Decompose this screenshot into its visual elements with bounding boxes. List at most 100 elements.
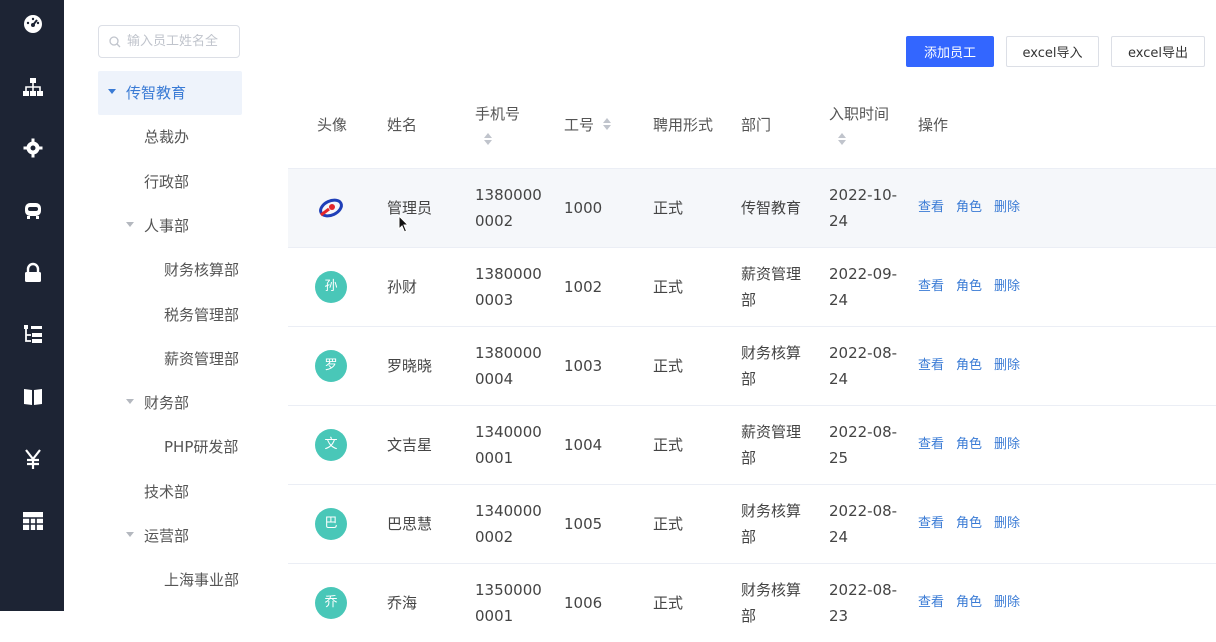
delete-link[interactable]: 删除 [994, 274, 1020, 300]
yuan-icon[interactable] [22, 448, 44, 470]
department-line-1: 薪资管理 [741, 423, 802, 441]
tree-node-label: 税务管理部 [164, 305, 240, 324]
cell-job-number: 1006 [564, 594, 603, 612]
table-body: 管理员 1380000 0002 1000 正式 传智教育 2022-10- 24 查看 角色 删除… [288, 168, 1216, 642]
view-link[interactable]: 查看 [918, 353, 944, 379]
cell-department: 财务核算部 [741, 564, 801, 642]
department-line-1: 财务核算 [741, 502, 802, 520]
delete-link[interactable]: 删除 [994, 195, 1020, 221]
view-link[interactable]: 查看 [918, 195, 944, 221]
header-hire-date[interactable]: 入职时间 [829, 80, 889, 168]
sort-icon[interactable] [837, 132, 847, 146]
hire-date-line-2: 24 [829, 528, 849, 546]
org-chart-icon[interactable] [22, 76, 44, 98]
cell-actions: 查看 角色 删除 [918, 406, 1032, 484]
header-job-number[interactable]: 工号 [564, 80, 612, 168]
cell-hire-date: 2022-08- 24 [829, 327, 897, 405]
tree-node-label: 人事部 [144, 216, 190, 235]
cell-actions: 查看 角色 删除 [918, 248, 1032, 326]
cell-job-number: 1004 [564, 436, 603, 454]
book-icon[interactable] [22, 385, 44, 407]
cell-department: 传智教育 [741, 169, 801, 247]
employee-search-box[interactable] [98, 25, 240, 58]
role-link[interactable]: 角色 [956, 511, 982, 537]
department-line-2: 部 [741, 607, 757, 625]
tree-node[interactable]: 税务管理部 [164, 293, 239, 337]
cell-hire-date: 2022-08- 24 [829, 485, 897, 563]
table-row[interactable]: 孙 孙财 1380000 0003 1002 正式 薪资管理部 2022-09- 24 查看 角色删… [288, 247, 1216, 326]
tree-node[interactable]: 运营部 [126, 514, 189, 558]
view-link[interactable]: 查看 [918, 274, 944, 300]
employee-main: 添加员工 excel导入 excel导出 头像 姓名 手机号 工号 聘用形式 部… [264, 0, 1216, 625]
tree-node-label: 行政部 [144, 172, 190, 191]
tree-node[interactable]: 行政部 [144, 160, 189, 204]
tree-node[interactable]: PHP研发部 [164, 425, 238, 469]
robot-icon[interactable] [22, 199, 44, 221]
view-link[interactable]: 查看 [918, 511, 944, 537]
table-row[interactable]: 文 文吉星 1340000 0001 1004 正式 薪资管理部 2022-08- 25 查看 角色… [288, 405, 1216, 484]
cell-avatar: 罗 [315, 327, 347, 405]
delete-link[interactable]: 删除 [994, 432, 1020, 458]
role-link[interactable]: 角色 [956, 353, 982, 379]
dashboard-icon[interactable] [22, 13, 44, 35]
lock-icon[interactable] [22, 262, 44, 284]
expand-caret-icon[interactable] [108, 89, 116, 94]
tree-node[interactable]: 财务核算部 [164, 248, 239, 292]
hire-date-line-1: 2022-09- [829, 265, 898, 283]
view-link[interactable]: 查看 [918, 590, 944, 616]
sort-icon[interactable] [602, 117, 612, 131]
hire-date-line-2: 24 [829, 291, 849, 309]
phone-line-2: 0001 [475, 449, 514, 467]
mouse-cursor-icon [398, 215, 410, 233]
table-row[interactable]: 巴 巴思慧 1340000 0002 1005 正式 财务核算部 2022-08- 24 查看 角色… [288, 484, 1216, 563]
table-header: 头像 姓名 手机号 工号 聘用形式 部门 入职时间 操作 [288, 80, 1216, 168]
hire-date-line-2: 24 [829, 370, 849, 388]
tree-node[interactable]: 技术部 [144, 470, 189, 514]
settings-gear-icon[interactable] [22, 137, 44, 159]
expand-caret-icon[interactable] [126, 399, 134, 405]
header-phone[interactable]: 手机号 [475, 80, 520, 168]
cell-employment: 正式 [653, 199, 684, 217]
expand-caret-icon[interactable] [126, 532, 134, 537]
tree-node-label: 传智教育 [126, 84, 187, 102]
table-grid-icon[interactable] [22, 510, 44, 532]
delete-link[interactable]: 删除 [994, 353, 1020, 379]
tree-node[interactable]: 薪资管理部 [164, 337, 239, 381]
hire-date-line-1: 2022-08- [829, 423, 898, 441]
delete-link[interactable]: 删除 [994, 590, 1020, 616]
tree-node[interactable]: 人事部 [126, 204, 189, 248]
company-logo-icon [319, 198, 343, 218]
phone-line-1: 1350000 [475, 581, 542, 599]
add-employee-button[interactable]: 添加员工 [906, 36, 994, 67]
employee-search-input[interactable] [127, 34, 227, 49]
role-link[interactable]: 角色 [956, 195, 982, 221]
table-row[interactable]: 管理员 1380000 0002 1000 正式 传智教育 2022-10- 24 查看 角色 删除 [288, 168, 1216, 247]
expand-caret-icon[interactable] [126, 221, 134, 227]
department-line-2: 部 [741, 449, 757, 467]
phone-line-2: 0001 [475, 607, 514, 625]
company-logo-avatar [315, 192, 347, 224]
search-icon [109, 35, 121, 47]
excel-export-button[interactable]: excel导出 [1111, 36, 1205, 67]
tree-list-icon[interactable] [22, 323, 44, 345]
role-link[interactable]: 角色 [956, 432, 982, 458]
table-row[interactable]: 罗 罗晓晓 1380000 0004 1003 正式 财务核算部 2022-08- 24 查看 角色… [288, 326, 1216, 405]
avatar: 罗 [315, 350, 347, 382]
tree-node-selected[interactable]: 传智教育 [98, 71, 242, 115]
tree-node[interactable]: 上海事业部 [164, 558, 239, 602]
cell-phone: 1340000 0002 [475, 485, 542, 563]
hire-date-line-1: 2022-08- [829, 581, 898, 599]
tree-node[interactable]: 总裁办 [144, 115, 189, 159]
cell-phone: 1340000 0001 [475, 406, 542, 484]
role-link[interactable]: 角色 [956, 274, 982, 300]
cell-hire-date: 2022-08- 23 [829, 564, 897, 642]
table-row[interactable]: 乔 乔海 1350000 0001 1006 正式 财务核算部 2022-08- 23 查看 角色删… [288, 563, 1216, 642]
delete-link[interactable]: 删除 [994, 511, 1020, 537]
excel-import-button[interactable]: excel导入 [1006, 36, 1099, 67]
cell-employment: 正式 [653, 594, 684, 612]
cell-job-number: 1000 [564, 199, 603, 217]
sort-icon[interactable] [483, 132, 493, 146]
view-link[interactable]: 查看 [918, 432, 944, 458]
tree-node[interactable]: 财务部 [126, 381, 189, 425]
role-link[interactable]: 角色 [956, 590, 982, 616]
